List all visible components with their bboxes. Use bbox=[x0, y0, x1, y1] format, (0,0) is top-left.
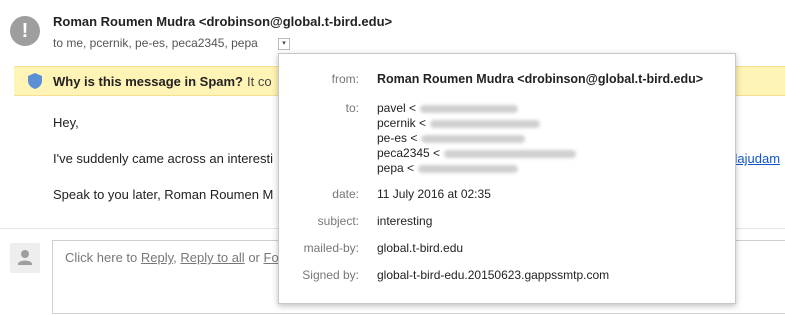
recipients-summary[interactable]: to me, pcernik, pe-es, peca2345, pepa bbox=[53, 36, 258, 50]
avatar bbox=[10, 243, 40, 273]
sender-name: Roman Roumen Mudra <drobinson@global.t-b… bbox=[53, 14, 393, 29]
reply-all-link[interactable]: Reply to all bbox=[180, 250, 244, 265]
to-recipient: peca2345 < bbox=[377, 146, 577, 161]
from-value: Roman Roumen Mudra <drobinson@global.t-b… bbox=[377, 72, 704, 86]
body-line: I've suddenly came across an interesti bbox=[53, 151, 273, 166]
mailed-by-label: mailed-by: bbox=[303, 241, 359, 255]
subject-label: subject: bbox=[317, 214, 359, 228]
from-label: from: bbox=[331, 72, 359, 86]
message-details-popup: from: Roman Roumen Mudra <drobinson@glob… bbox=[278, 53, 736, 304]
to-label: to: bbox=[345, 101, 359, 115]
date-label: date: bbox=[332, 187, 359, 201]
signed-by-label: Signed by: bbox=[302, 268, 359, 282]
body-closing: Speak to you later, Roman Roumen M bbox=[53, 187, 274, 202]
reply-link[interactable]: Reply bbox=[141, 250, 173, 265]
reply-prompt: Click here to Reply, Reply to all or Fo bbox=[65, 250, 279, 265]
reply-prefix: Click here to bbox=[65, 250, 141, 265]
subject-value: interesting bbox=[377, 214, 433, 228]
to-list: pavel < pcernik < pe-es < peca2345 < pep… bbox=[377, 101, 577, 176]
body-greeting: Hey, bbox=[53, 115, 79, 130]
spam-explanation: It co bbox=[247, 74, 272, 89]
reply-sep-or: or bbox=[244, 250, 264, 265]
signed-by-value: global-t-bird-edu.20150623.gappssmtp.com bbox=[377, 268, 610, 282]
to-recipient: pe-es < bbox=[377, 131, 576, 146]
spam-question[interactable]: Why is this message in Spam? bbox=[53, 74, 243, 89]
to-recipient: pepa < bbox=[377, 161, 576, 176]
mailed-by-value: global.t-bird.edu bbox=[377, 241, 464, 255]
show-details-chevron-icon[interactable]: ▾ bbox=[278, 38, 290, 50]
date-value: 11 July 2016 at 02:35 bbox=[377, 187, 491, 201]
to-recipient: pcernik < bbox=[377, 116, 576, 131]
to-recipient: pavel < bbox=[377, 101, 576, 116]
forward-link[interactable]: Fo bbox=[264, 250, 279, 265]
shield-icon bbox=[28, 73, 42, 89]
person-icon bbox=[18, 250, 32, 265]
spam-warning-icon: ! bbox=[10, 16, 40, 46]
